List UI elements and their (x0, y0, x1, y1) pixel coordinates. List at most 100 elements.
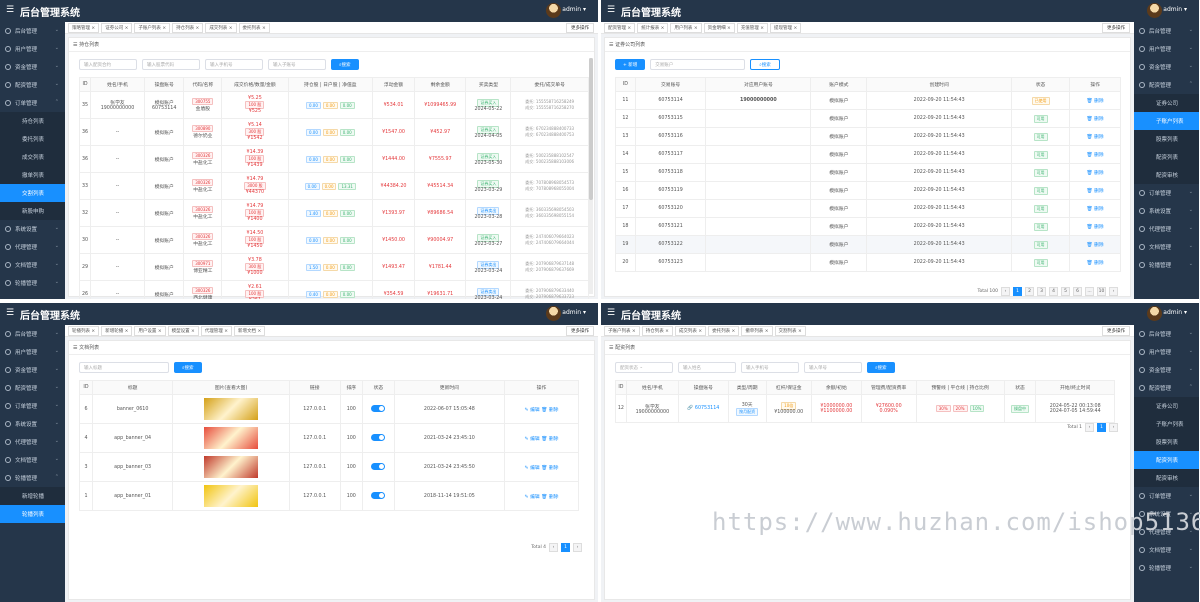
username-dropdown[interactable]: admin ▾ (1163, 309, 1187, 316)
menu-toggle-icon[interactable]: ☰ (6, 308, 14, 318)
username-dropdown[interactable]: admin ▾ (562, 6, 586, 13)
name-input[interactable]: 输入姓名 (678, 362, 736, 373)
sidebar-item-system[interactable]: 系统设置 ⌄ (1134, 202, 1199, 220)
sidebar-sub-config-review[interactable]: 配资审核 (1134, 469, 1199, 487)
page-button[interactable]: 1 (561, 543, 570, 552)
page-button[interactable]: 1 (1097, 423, 1106, 432)
sidebar-item-orders[interactable]: 订单管理 ⌄ (1134, 184, 1199, 202)
delete-button[interactable]: 🗑 删除 (1087, 171, 1104, 176)
next-page-button[interactable]: › (1109, 423, 1118, 432)
sidebar-item-users[interactable]: 用户管理 ⌄ (0, 40, 65, 58)
sidebar-item-carousel[interactable]: 轮播管理 ⌄ (0, 274, 65, 292)
page-button[interactable]: 2 (1025, 287, 1034, 296)
tag[interactable]: 模型设置 × (167, 325, 199, 336)
sidebar-sub-config-list[interactable]: 配资列表 (1134, 148, 1199, 166)
more-ops-button[interactable]: 更多操作 (566, 23, 594, 33)
sidebar-item-doc[interactable]: 文档管理 ⌄ (0, 451, 65, 469)
sidebar-item-dashboard[interactable]: 后台管理 ⌄ (1134, 22, 1199, 40)
sidebar-item-system[interactable]: 系统设置 ⌄ (0, 220, 65, 238)
sidebar-item-orders[interactable]: 订单管理 ⌄ (1134, 487, 1199, 505)
sidebar-item-users[interactable]: 用户管理 ⌄ (0, 343, 65, 361)
tag[interactable]: 代理管理 × (200, 325, 233, 336)
sidebar-item-doc[interactable]: 文档管理 ⌄ (0, 256, 65, 274)
sidebar-sub-stocks[interactable]: 股票列表 (1134, 130, 1199, 148)
sidebar-item-config[interactable]: 配资管理 ⌄ (0, 379, 65, 397)
search-button[interactable]: ⌕ 搜索 (750, 59, 780, 70)
page-button[interactable]: 3 (1037, 287, 1046, 296)
edit-button[interactable]: ✎ 编辑 (525, 495, 542, 500)
page-button[interactable]: ... (1085, 287, 1094, 296)
prev-page-button[interactable]: ‹ (1001, 287, 1010, 296)
tag[interactable]: 用户列表 × (670, 22, 702, 33)
sidebar-sub-stocks[interactable]: 股票列表 (1134, 433, 1199, 451)
sidebar-item-doc[interactable]: 文档管理 ⌄ (1134, 541, 1199, 559)
tag[interactable]: 持仓列表 × (172, 22, 204, 33)
page-button[interactable]: 1 (1013, 287, 1022, 296)
sidebar-item-orders[interactable]: 订单管理 ⌃ (0, 94, 65, 112)
delete-button[interactable]: 🗑 删除 (541, 408, 558, 413)
sidebar-sub-config-review[interactable]: 配资审核 (1134, 166, 1199, 184)
search-button[interactable]: ⌕ 搜索 (174, 362, 202, 373)
edit-button[interactable]: ✎ 编辑 (525, 408, 542, 413)
tag[interactable]: 统计报表 × (637, 22, 669, 33)
next-page-button[interactable]: › (573, 543, 582, 552)
account-input[interactable]: 交易账户 (650, 59, 746, 70)
tag[interactable]: 撤单列表 × (741, 325, 773, 336)
tag[interactable]: 提现管理 × (770, 22, 802, 33)
tag[interactable]: 配资管理 × (604, 22, 636, 33)
tag[interactable]: 成交列表 × (674, 325, 707, 336)
menu-toggle-icon[interactable]: ☰ (607, 5, 615, 15)
sidebar-item-carousel[interactable]: 轮播管理 ⌄ (1134, 559, 1199, 577)
sidebar-sub-brokers[interactable]: 证券公司 (1134, 397, 1199, 415)
next-page-button[interactable]: › (1109, 287, 1118, 296)
sidebar-item-users[interactable]: 用户管理 ⌄ (1134, 343, 1199, 361)
cell-account[interactable]: 🔗 60753114 (678, 394, 729, 423)
tag[interactable]: 子账户列表 × (604, 325, 640, 336)
sidebar-sub-config-list[interactable]: 配资列表 (1134, 451, 1199, 469)
title-input[interactable]: 输入标题 (79, 362, 169, 373)
delete-button[interactable]: 🗑 删除 (1087, 189, 1104, 194)
sidebar-sub-entrusts[interactable]: 委托列表 (0, 130, 65, 148)
phone-input[interactable]: 输入手机号 (205, 59, 263, 70)
sidebar-sub-add-carousel[interactable]: 新增轮播 (0, 487, 65, 505)
sidebar-sub-brokers[interactable]: 证券公司 (1134, 94, 1199, 112)
tag[interactable]: 充值管理 × (736, 22, 769, 33)
sidebar-item-dashboard[interactable]: 后台管理 ⌄ (0, 22, 65, 40)
page-button[interactable]: 4 (1049, 287, 1058, 296)
sidebar-item-config[interactable]: 配资管理 ⌄ (0, 76, 65, 94)
sidebar-item-funds[interactable]: 资金管理 ⌄ (0, 58, 65, 76)
delete-button[interactable]: 🗑 删除 (1087, 99, 1104, 104)
tag[interactable]: 新增文档 × (234, 325, 266, 336)
avatar[interactable] (1147, 306, 1162, 321)
delete-button[interactable]: 🗑 删除 (1087, 135, 1104, 140)
order-input[interactable]: 输入单号 (804, 362, 862, 373)
sidebar-item-dashboard[interactable]: 后台管理 ⌄ (1134, 325, 1199, 343)
tag[interactable]: 资金明细 × (703, 22, 735, 33)
menu-toggle-icon[interactable]: ☰ (6, 5, 14, 15)
contract-input[interactable]: 输入配资合约 (79, 59, 137, 70)
delete-button[interactable]: 🗑 删除 (1087, 117, 1104, 122)
tag[interactable]: 成交列表 × (205, 22, 237, 33)
edit-button[interactable]: ✎ 编辑 (525, 437, 542, 442)
sidebar-item-carousel[interactable]: 轮播管理 ⌄ (1134, 256, 1199, 274)
tag[interactable]: 交割列表 × (774, 325, 806, 336)
page-button[interactable]: 5 (1061, 287, 1070, 296)
tag[interactable]: 委托列表 × (238, 22, 270, 33)
sidebar-item-users[interactable]: 用户管理 ⌄ (1134, 40, 1199, 58)
avatar[interactable] (546, 3, 561, 18)
tag[interactable]: 轮播列表 × (68, 325, 100, 336)
sidebar-item-funds[interactable]: 资金管理 ⌄ (0, 361, 65, 379)
status-toggle[interactable] (371, 433, 386, 441)
delete-button[interactable]: 🗑 删除 (541, 466, 558, 471)
sidebar-sub-carousel-list[interactable]: 轮播列表 (0, 505, 65, 523)
sidebar-item-funds[interactable]: 资金管理 ⌄ (1134, 361, 1199, 379)
tag[interactable]: 新增轮播 × (101, 325, 133, 336)
more-ops-button[interactable]: 更多操作 (1102, 23, 1130, 33)
sidebar-sub-subaccounts[interactable]: 子账户列表 (1134, 415, 1199, 433)
phone-input[interactable]: 输入手机号 (741, 362, 799, 373)
search-button[interactable]: ⌕ 搜索 (331, 59, 359, 70)
tag[interactable]: 子账户列表 × (134, 22, 171, 33)
status-toggle[interactable] (371, 462, 386, 470)
banner-thumbnail[interactable] (204, 485, 259, 507)
sidebar-item-system[interactable]: 系统设置 ⌄ (1134, 505, 1199, 523)
